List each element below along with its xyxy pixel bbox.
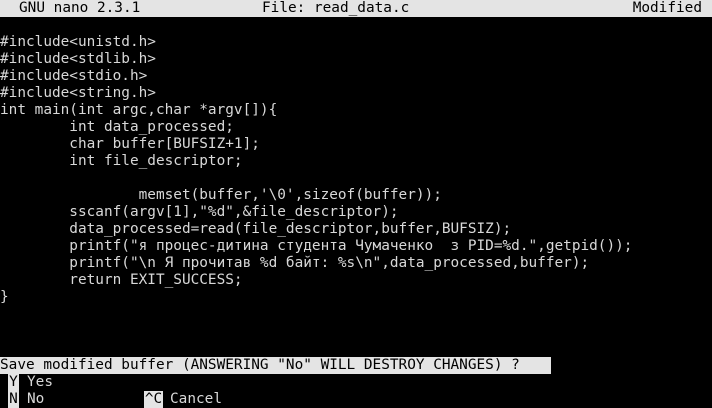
- code-line[interactable]: int data_processed;: [0, 119, 712, 136]
- code-line[interactable]: #include<stdlib.h>: [0, 51, 712, 68]
- text-cursor: [549, 357, 551, 374]
- modified-status: Modified: [632, 0, 702, 16]
- code-line[interactable]: int file_descriptor;: [0, 153, 712, 170]
- code-line[interactable]: sscanf(argv[1],"%d",&file_descriptor);: [0, 204, 712, 221]
- editor-area[interactable]: #include<unistd.h> #include<stdlib.h> #i…: [0, 34, 712, 306]
- app-version: GNU nano 2.3.1: [19, 0, 141, 16]
- no-key[interactable]: N: [8, 391, 19, 408]
- code-line[interactable]: [0, 170, 712, 187]
- code-line[interactable]: return EXIT_SUCCESS;: [0, 272, 712, 289]
- yes-label[interactable]: Yes: [27, 374, 53, 391]
- code-line[interactable]: memset(buffer,'\0',sizeof(buffer));: [0, 187, 712, 204]
- code-line[interactable]: data_processed=read(file_descriptor,buff…: [0, 221, 712, 238]
- code-line[interactable]: char buffer[BUFSIZ+1];: [0, 136, 712, 153]
- code-line[interactable]: printf("\n Я прочитав %d байт: %s\n",dat…: [0, 255, 712, 272]
- code-line[interactable]: #include<string.h>: [0, 85, 712, 102]
- code-line[interactable]: }: [0, 289, 712, 306]
- title-bar: GNU nano 2.3.1 File: read_data.c Modifie…: [0, 0, 712, 17]
- code-line[interactable]: int main(int argc,char *argv[]){: [0, 102, 712, 119]
- cancel-label[interactable]: Cancel: [170, 391, 222, 408]
- file-name: File: read_data.c: [262, 0, 410, 16]
- no-label[interactable]: No: [27, 391, 44, 408]
- code-line[interactable]: #include<stdio.h>: [0, 68, 712, 85]
- yes-key[interactable]: Y: [8, 374, 19, 391]
- code-line[interactable]: #include<unistd.h>: [0, 34, 712, 51]
- save-prompt: Save modified buffer (ANSWERING "No" WIL…: [0, 357, 549, 374]
- code-line[interactable]: printf("я процес-дитина студента Чумачен…: [0, 238, 712, 255]
- cancel-key[interactable]: ^C: [144, 391, 163, 408]
